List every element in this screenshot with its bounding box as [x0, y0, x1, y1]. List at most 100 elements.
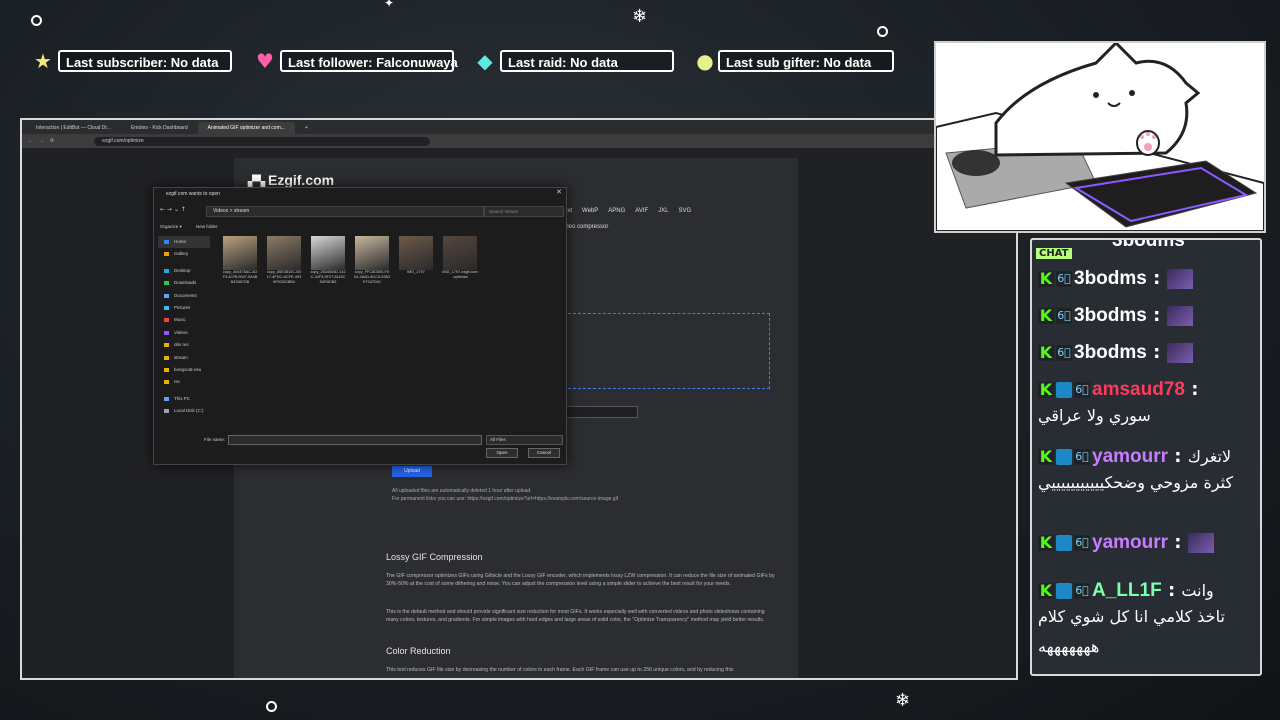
file-name: IMG_1797 [407, 270, 425, 274]
chat-message: K 6⃣ yamourr : لاتغرك كثرة مزوحي وضحكيييييي… [1038, 446, 1254, 498]
nav-pane-item[interactable]: Music [158, 314, 210, 326]
cancel-button[interactable]: Cancel [528, 448, 560, 458]
address-bar: ← → ⟳ ezgif.com/optimize [22, 134, 1016, 148]
chat-username[interactable]: 3bodms [1074, 268, 1147, 289]
chat-username[interactable]: 3bodms [1074, 342, 1147, 363]
back-icon[interactable]: ← [28, 138, 33, 144]
chat-message: K 6⃣ A_LL1F : وانت تاخذ كلامي انا كل شوي كل… [1038, 580, 1254, 662]
close-icon[interactable]: ✕ [556, 188, 562, 196]
nav-pane-item[interactable]: obs rec [158, 339, 210, 351]
stat-pill: Last raid: No data [500, 50, 674, 72]
nav-pane-item[interactable]: stream [158, 352, 210, 364]
filename-label: File name: [204, 437, 226, 442]
chat-partial-user: 3bodms [1112, 238, 1185, 251]
dialog-title: ezgif.com wants to open [166, 191, 220, 197]
chat-username[interactable]: A_LL1F [1092, 580, 1162, 601]
nav-pane-item[interactable]: Desktop [158, 265, 210, 277]
emote-icon [1166, 306, 1193, 326]
nav-pane-item[interactable]: Documents [158, 290, 210, 302]
heart-icon: ♥ [256, 49, 274, 73]
folder-icon [164, 380, 169, 385]
file-item[interactable]: copy_2634004D-142C-44F3-9F27-8115CD8F8CB… [310, 236, 346, 285]
browser-tab[interactable]: Animated GIF optimizer and com... [197, 122, 295, 134]
nav-pane-item[interactable]: Pictures [158, 302, 210, 314]
gifter-badge-icon: 6⃣ [1074, 382, 1090, 398]
file-item[interactable]: copy_FFC8D300-FE04-4A6D-8CC5-5383E7047D0… [354, 236, 390, 285]
folder-icon [164, 330, 169, 335]
kick-badge-icon: K [1038, 269, 1054, 288]
nav-pane-item[interactable]: This PC [158, 393, 210, 405]
file-thumbnail [267, 236, 301, 270]
nav-pane-label: This PC [174, 395, 191, 401]
chat-message: K 6⃣ 3bodms : [1038, 342, 1254, 364]
filename-input[interactable] [228, 435, 482, 445]
file-item[interactable]: IMG_1797 [398, 236, 434, 285]
nav-pane-item[interactable]: Downloads [158, 277, 210, 289]
organize-button[interactable]: Organize ▾ [160, 224, 182, 230]
paragraph: The GIF compressor optimizes GIFs using … [386, 573, 775, 587]
folder-icon [164, 367, 169, 372]
folder-icon [164, 252, 169, 257]
path-breadcrumb[interactable]: Videos > stream [206, 206, 484, 217]
nav-pane-label: obs rec [174, 342, 189, 348]
nav-pane-label: Gallery [174, 251, 189, 257]
chat-username[interactable]: yamourr [1092, 446, 1168, 467]
nav-link[interactable]: JXL [658, 208, 668, 214]
file-item[interactable]: IMG_1797-ezgif.com-optimize [442, 236, 478, 285]
site-logo[interactable]: ▞▚ Ezgif.com [248, 172, 334, 188]
browser-tab[interactable]: Interaction | EditBot — Cloud Dr... [26, 122, 121, 134]
folder-icon [164, 293, 169, 298]
chat-separator: : [1161, 580, 1182, 601]
nav-pane-item[interactable]: Home [158, 236, 210, 249]
file-thumbnail [443, 236, 477, 270]
nav-link[interactable]: WebP [582, 208, 598, 214]
url-input[interactable]: ezgif.com/optimize [94, 136, 431, 146]
chat-username[interactable]: yamourr [1092, 532, 1168, 553]
sparkle-dot-icon [31, 15, 42, 26]
nav-pane-item[interactable]: rec [158, 376, 210, 388]
kick-badge-icon: K [1038, 380, 1054, 399]
chat-separator: : [1168, 446, 1188, 467]
stat-pill: Last follower: Falconuwaya [280, 50, 458, 72]
upload-button[interactable]: Upload [392, 466, 432, 477]
nav-pane-label: Local Disk (C:) [174, 408, 204, 414]
nav-link[interactable]: APNG [608, 208, 625, 214]
reload-icon[interactable]: ⟳ [50, 138, 54, 144]
nav-pane-item[interactable]: Local Disk (C:) [158, 405, 210, 417]
chat-tag: CHAT [1036, 248, 1072, 259]
nav-pane-label: Music [174, 317, 186, 323]
chat-username[interactable]: amsaud78 [1092, 379, 1185, 400]
browser-tab[interactable]: Emotes - Kick Dashboard [121, 122, 198, 134]
chat-separator: : [1146, 268, 1167, 289]
nav-pane-item[interactable]: Videos [158, 327, 210, 339]
new-folder-button[interactable]: New folder [196, 224, 218, 229]
file-item[interactable]: copy_80E3810C-0D17-4FDC-ACFE-4939F5CBCBB… [266, 236, 302, 285]
nav-pane-item[interactable]: Gallery [158, 248, 210, 260]
file-item[interactable]: copy_404475AC-4DF3-407B-9047-5A4BB43367D… [222, 236, 258, 285]
nav-link[interactable]: AVIF [635, 208, 648, 214]
file-thumbnail [223, 236, 257, 270]
section-title-color: Color Reduction [386, 646, 451, 656]
folder-icon [164, 318, 169, 323]
nav-tail[interactable]: ideo compressor [564, 224, 608, 230]
url-field[interactable] [560, 406, 638, 418]
stat-pill: Last subscriber: No data [58, 50, 232, 72]
chat-message: K 6⃣ yamourr : [1038, 532, 1254, 554]
kick-badge-icon: K [1038, 343, 1054, 362]
chat-separator: : [1146, 305, 1167, 326]
nav-pane-label: rec [174, 379, 181, 385]
chat-text: كثرة مزوحي وضحكيييييييييييي [1038, 473, 1234, 492]
search-input[interactable]: Search stream [484, 206, 564, 217]
nav-link[interactable]: SVG [679, 208, 692, 214]
file-type-select[interactable]: All Files [486, 435, 563, 445]
paragraph: This is the default method and should pr… [386, 609, 765, 623]
kick-badge-icon: K [1038, 306, 1054, 325]
chat-panel: CHAT 3bodms K 6⃣ 3bodms : K 6⃣ 3bodms : K 6⃣ 3… [1030, 238, 1262, 676]
open-button[interactable]: Open [486, 448, 518, 458]
nav-pane-item[interactable]: bongocat-osu [158, 364, 210, 376]
nav-arrows[interactable]: ← → ⌄ ↑ [160, 206, 186, 213]
chat-username[interactable]: 3bodms [1074, 305, 1147, 326]
forward-icon[interactable]: → [39, 138, 44, 144]
new-tab-button[interactable]: + [295, 122, 318, 134]
emote-icon [1187, 533, 1214, 553]
